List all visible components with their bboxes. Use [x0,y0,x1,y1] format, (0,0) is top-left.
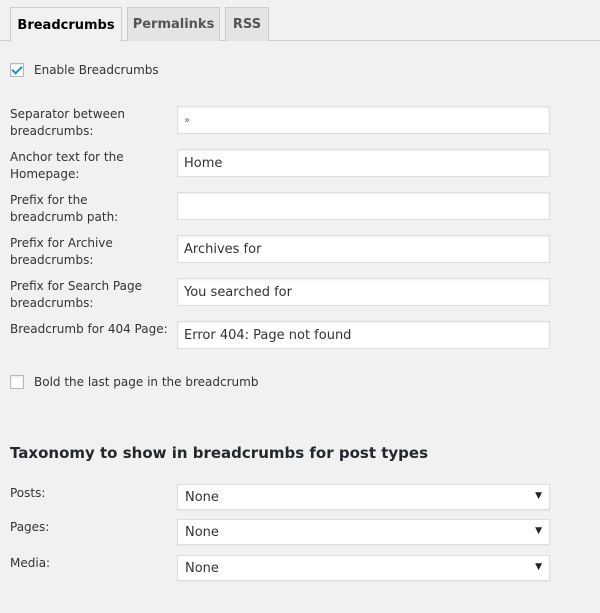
path-prefix-input[interactable] [177,192,550,220]
chevron-down-icon: ▼ [535,526,542,536]
bold-last-row: Bold the last page in the breadcrumb [10,375,258,389]
media-select[interactable]: None ▼ [177,555,550,581]
tab-breadcrumbs[interactable]: Breadcrumbs [10,7,122,42]
tab-rss[interactable]: RSS [225,7,269,41]
pages-select[interactable]: None ▼ [177,519,550,545]
bold-last-checkbox[interactable] [10,375,24,389]
notfound-input[interactable] [177,321,550,349]
tab-permalinks[interactable]: Permalinks [127,7,220,41]
enable-breadcrumbs-checkbox[interactable] [10,63,24,77]
home-anchor-label: Anchor text for the Homepage: [10,150,124,181]
chevron-down-icon: ▼ [535,491,542,501]
bold-last-label: Bold the last page in the breadcrumb [34,375,259,389]
search-prefix-input[interactable] [177,278,550,306]
posts-select[interactable]: None ▼ [177,484,550,510]
chevron-down-icon: ▼ [535,562,542,572]
archive-prefix-label: Prefix for Archive breadcrumbs: [10,236,113,267]
posts-select-value: None [185,489,219,505]
media-label: Media: [10,556,51,570]
media-select-value: None [185,560,219,576]
home-anchor-input[interactable] [177,149,550,177]
taxonomy-heading: Taxonomy to show in breadcrumbs for post… [10,444,429,462]
path-prefix-label: Prefix for the breadcrumb path: [10,193,119,224]
separator-label: Separator between breadcrumbs: [10,107,125,138]
pages-label: Pages: [10,520,50,534]
notfound-label: Breadcrumb for 404 Page: [10,322,168,336]
posts-label: Posts: [10,486,46,500]
enable-breadcrumbs-row: Enable Breadcrumbs [10,63,159,77]
pages-select-value: None [185,524,219,540]
settings-tabs: Breadcrumbs Permalinks RSS [0,0,600,42]
search-prefix-label: Prefix for Search Page breadcrumbs: [10,279,142,310]
separator-input[interactable] [177,106,550,134]
enable-breadcrumbs-label: Enable Breadcrumbs [34,63,159,77]
archive-prefix-input[interactable] [177,235,550,263]
